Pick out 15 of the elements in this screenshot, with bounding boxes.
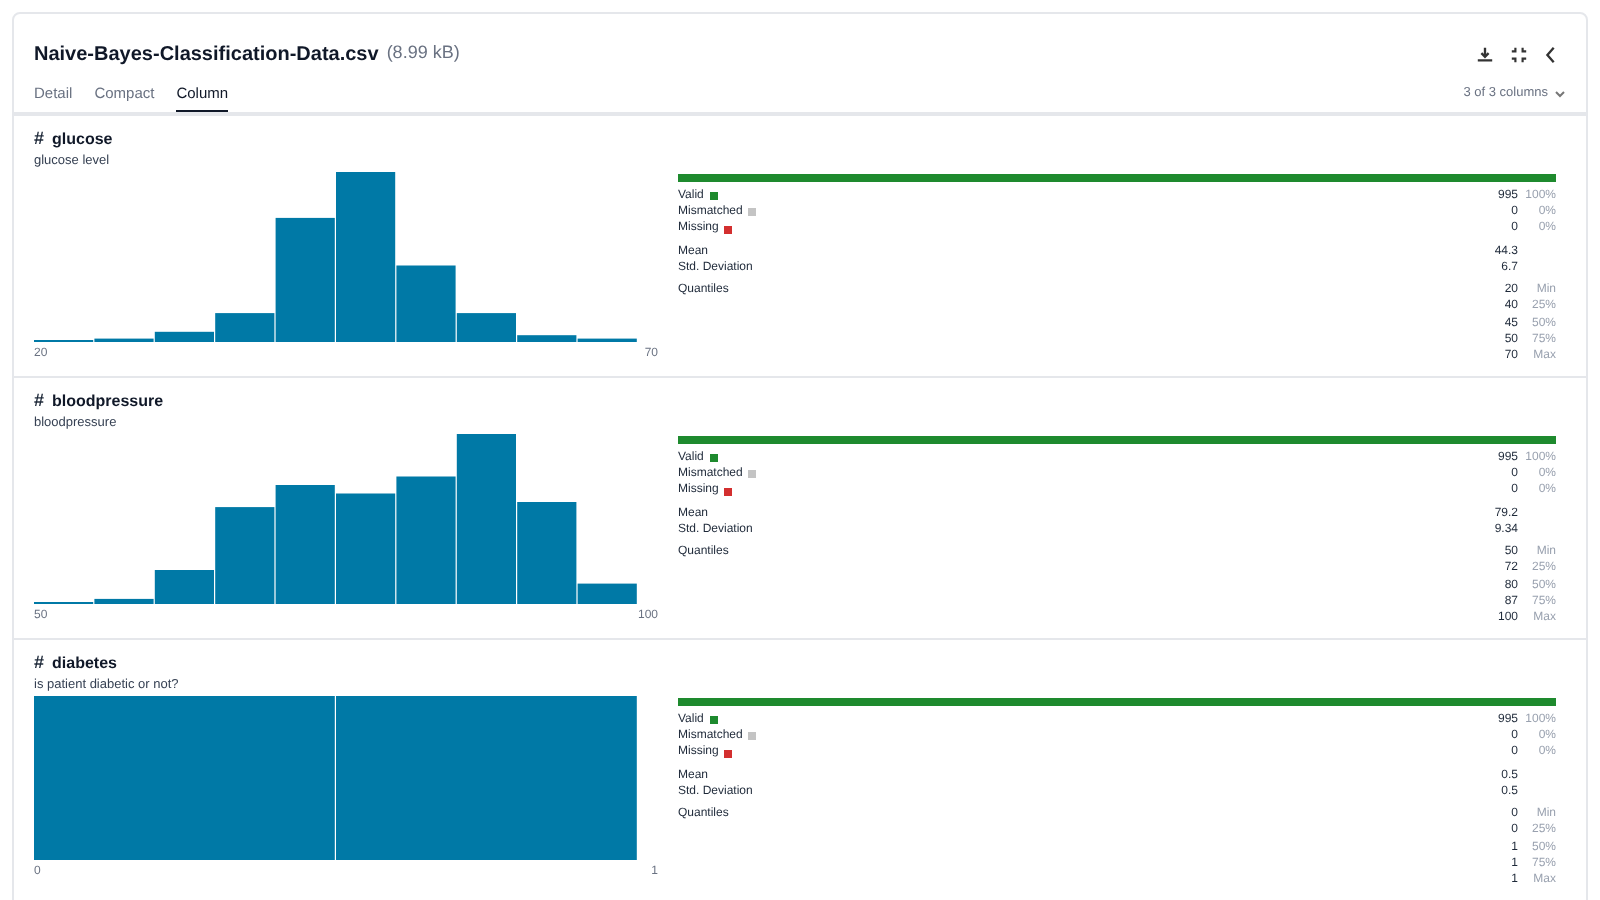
chevron-left-icon[interactable] [1544, 45, 1558, 63]
numeric-type-icon: # [34, 130, 45, 148]
histogram-bar [336, 493, 396, 604]
column-name: bloodpressure [52, 389, 164, 413]
column-name: diabetes [52, 651, 117, 675]
histogram-bar [396, 476, 456, 604]
chevron-down-icon [1554, 90, 1566, 99]
collapse-icon[interactable] [1510, 45, 1528, 63]
numeric-type-icon: # [34, 392, 45, 410]
numeric-type-icon: # [34, 654, 45, 672]
histogram-bar [275, 485, 335, 604]
file-size: (8.99 kB) [386, 40, 460, 67]
download-icon[interactable] [1476, 45, 1494, 63]
file-name: Naive-Bayes-Classification-Data.csv [34, 41, 379, 69]
column-name: glucose [52, 127, 113, 151]
